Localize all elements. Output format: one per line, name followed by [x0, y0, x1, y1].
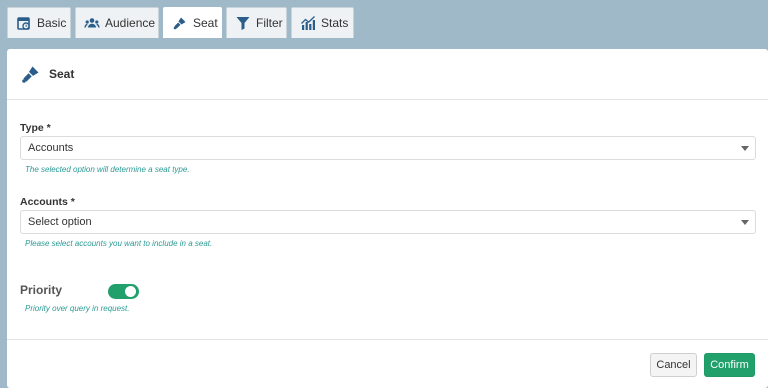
type-label: Type * [20, 122, 51, 134]
tab-label: Filter [256, 16, 283, 30]
tab-label: Stats [321, 16, 349, 30]
seat-icon [20, 63, 42, 85]
tab-seat[interactable]: Seat [163, 7, 222, 38]
tab-stats[interactable]: Stats [291, 7, 354, 38]
accounts-select-placeholder: Select option [28, 216, 92, 228]
chevron-down-icon [741, 146, 749, 151]
footer-divider [7, 339, 768, 340]
type-help-text: The selected option will determine a sea… [25, 165, 190, 174]
panel-title: Seat [49, 67, 75, 81]
type-select[interactable]: Accounts [20, 136, 756, 160]
audience-icon [84, 15, 100, 31]
seat-icon [172, 15, 188, 31]
tab-label: Audience [105, 16, 156, 30]
priority-help-text: Priority over query in request. [25, 304, 130, 313]
stats-chart-icon [300, 15, 316, 31]
calendar-icon [16, 15, 32, 31]
tab-filter[interactable]: Filter [226, 7, 287, 38]
accounts-label: Accounts * [20, 196, 75, 208]
panel-header: Seat [7, 49, 768, 100]
tab-bar: Basic Audience Seat Filter Stats [0, 0, 768, 38]
priority-toggle[interactable] [108, 284, 139, 299]
accounts-help-text: Please select accounts you want to inclu… [25, 239, 213, 248]
funnel-icon [235, 15, 251, 31]
cancel-button[interactable]: Cancel [650, 353, 697, 377]
accounts-select[interactable]: Select option [20, 210, 756, 234]
type-select-value: Accounts [28, 142, 74, 154]
confirm-button[interactable]: Confirm [704, 353, 755, 377]
toggle-knob [125, 286, 136, 297]
tab-basic[interactable]: Basic [7, 7, 71, 38]
chevron-down-icon [741, 220, 749, 225]
tab-label: Seat [193, 16, 218, 30]
tab-label: Basic [37, 16, 67, 30]
tab-audience[interactable]: Audience [75, 7, 159, 38]
seat-panel: Seat Type * Accounts The selected option… [7, 49, 768, 388]
priority-label: Priority [20, 283, 63, 297]
